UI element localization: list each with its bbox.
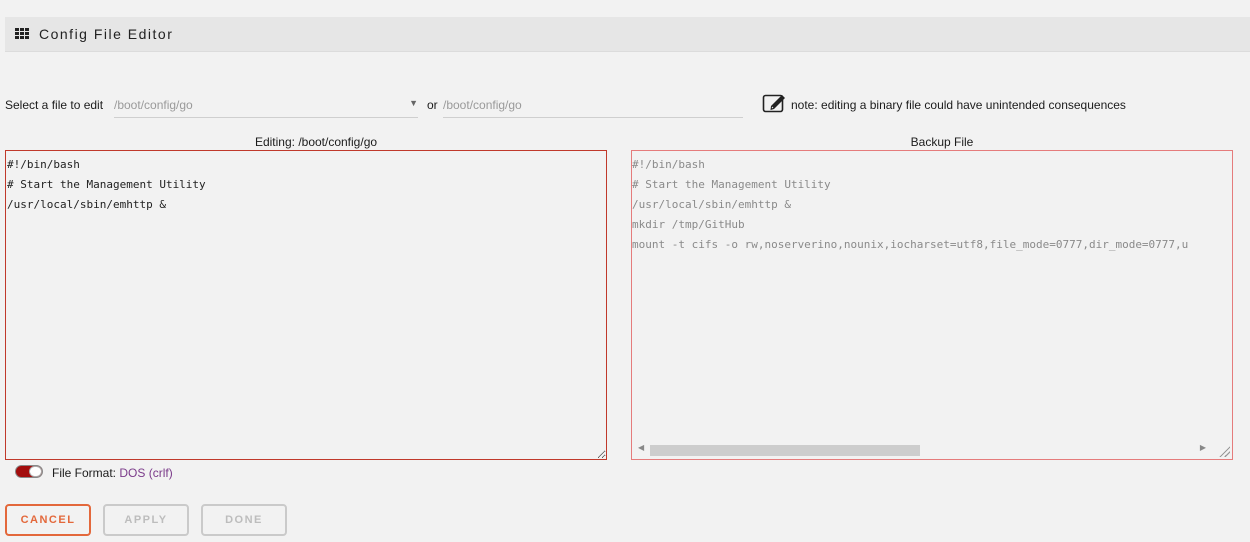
file-format-toggle[interactable] [15, 465, 43, 478]
scroll-left-icon[interactable]: ◀ [638, 443, 644, 452]
backup-label: Backup File [910, 135, 974, 149]
horizontal-scrollbar[interactable]: ◀ ▶ [636, 443, 1216, 457]
file-format-value: DOS (crlf) [119, 466, 173, 480]
scrollbar-thumb[interactable] [650, 445, 920, 456]
editor-label: Editing: /boot/config/go [254, 135, 378, 149]
page-title: Config File Editor [39, 26, 174, 42]
file-select-row: Select a file to edit /boot/config/go ▼ … [5, 92, 1245, 120]
backup-viewer[interactable]: #!/bin/bash # Start the Management Utili… [631, 150, 1233, 460]
page-header: Config File Editor [5, 17, 1250, 52]
apply-button[interactable]: APPLY [103, 504, 189, 536]
backup-content: #!/bin/bash # Start the Management Utili… [632, 158, 1189, 251]
or-label: or [427, 98, 438, 112]
chevron-down-icon: ▼ [409, 98, 418, 108]
warning-note: note: editing a binary file could have u… [791, 98, 1126, 112]
toggle-knob [29, 466, 42, 477]
file-select-value: /boot/config/go [114, 98, 193, 112]
file-format-caption: File Format: [52, 466, 117, 480]
file-select-dropdown[interactable]: /boot/config/go ▼ [114, 92, 418, 118]
file-format-label: File Format: DOS (crlf) [52, 466, 173, 480]
editor-textarea[interactable]: #!/bin/bash # Start the Management Utili… [5, 150, 607, 460]
scroll-right-icon[interactable]: ▶ [1200, 443, 1206, 452]
edit-note-icon [762, 94, 785, 113]
file-path-input[interactable] [443, 92, 743, 118]
cancel-button[interactable]: CANCEL [5, 504, 91, 536]
file-select-label: Select a file to edit [5, 98, 104, 112]
done-button[interactable]: DONE [201, 504, 287, 536]
grid-icon [15, 28, 29, 40]
resize-grip-icon[interactable] [1218, 445, 1230, 457]
